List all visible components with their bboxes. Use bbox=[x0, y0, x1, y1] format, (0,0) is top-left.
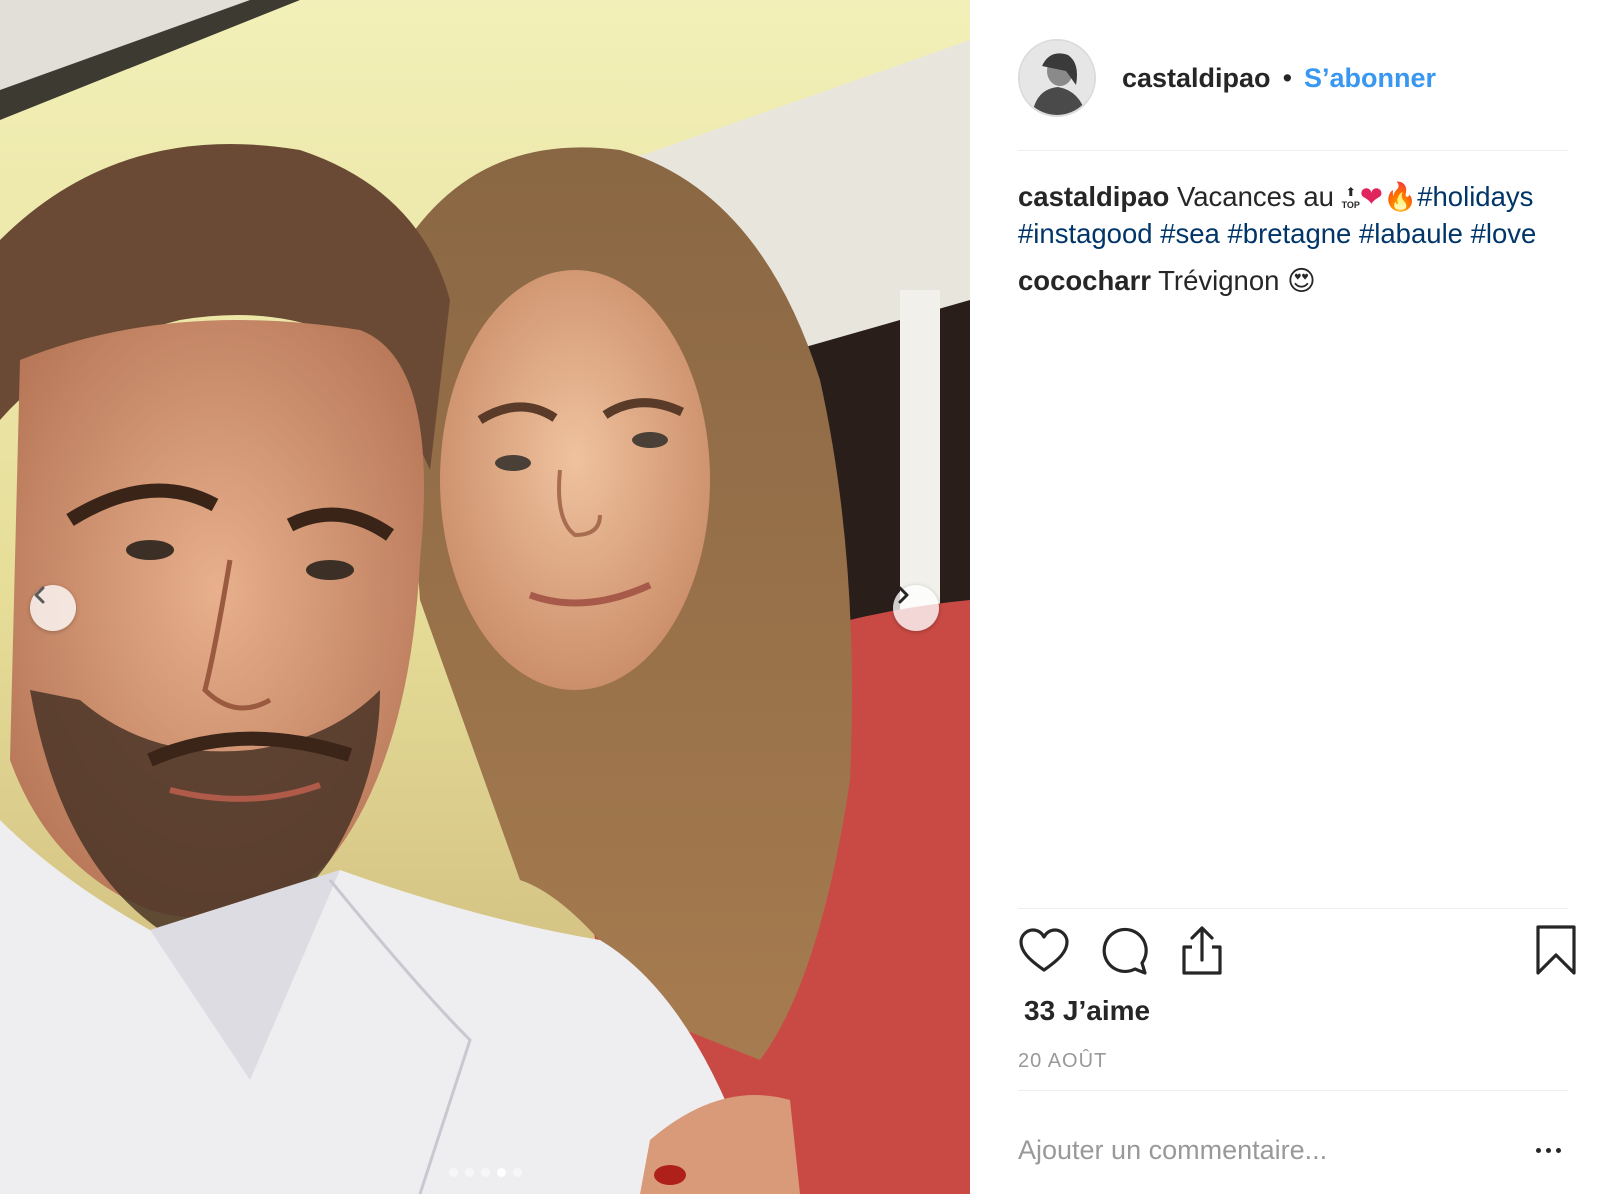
carousel-next-button[interactable] bbox=[893, 585, 939, 631]
comment-username[interactable]: cococharr bbox=[1018, 265, 1151, 296]
share-button[interactable] bbox=[1176, 925, 1228, 977]
separator-dot: • bbox=[1282, 62, 1293, 93]
post-actions bbox=[1018, 925, 1576, 981]
carousel-dot bbox=[448, 1168, 458, 1177]
heart-emoji: ❤ bbox=[1359, 181, 1383, 212]
heart-icon bbox=[1019, 928, 1069, 972]
add-comment-form bbox=[1018, 1130, 1568, 1176]
divider bbox=[1018, 1090, 1568, 1091]
caption-text: Vacances au bbox=[1176, 181, 1342, 212]
carousel-dot bbox=[464, 1168, 474, 1177]
carousel-dot bbox=[480, 1168, 490, 1177]
likes-count[interactable]: 33 J’aime bbox=[1024, 995, 1150, 1027]
heart-eyes-emoji: 😍 bbox=[1287, 265, 1316, 296]
more-options-icon-dot bbox=[1555, 1147, 1561, 1153]
caption-username[interactable]: castaldipao bbox=[1018, 181, 1169, 212]
comment-input[interactable] bbox=[1018, 1130, 1498, 1170]
author-username[interactable]: castaldipao bbox=[1122, 63, 1271, 94]
avatar-photo bbox=[1020, 41, 1094, 115]
hashtag-link[interactable]: #instagood bbox=[1018, 218, 1153, 249]
post-photo[interactable] bbox=[0, 0, 970, 1194]
follow-button[interactable]: S’abonner bbox=[1304, 63, 1436, 94]
hashtag-link[interactable]: #labaule bbox=[1359, 218, 1463, 249]
carousel-dot-active bbox=[496, 1168, 506, 1177]
fire-emoji: 🔥 bbox=[1382, 181, 1418, 212]
carousel-indicator bbox=[0, 1168, 970, 1177]
top-emoji: ⬆ TOP bbox=[1341, 185, 1360, 211]
more-options-button[interactable] bbox=[1528, 1138, 1568, 1162]
chevron-left-icon bbox=[34, 586, 45, 604]
divider bbox=[1018, 150, 1568, 151]
post-header: castaldipao • S’abonner bbox=[1018, 38, 1436, 118]
save-button[interactable] bbox=[1530, 925, 1582, 977]
selfie-photo-illustration bbox=[0, 0, 970, 1194]
carousel-dot bbox=[512, 1168, 522, 1177]
avatar[interactable] bbox=[1018, 39, 1096, 117]
comment-button[interactable] bbox=[1098, 925, 1150, 977]
comment-bubble-icon bbox=[1102, 927, 1148, 975]
comments-list: castaldipao Vacances au ⬆ TOP❤🔥#holidays … bbox=[1018, 178, 1578, 309]
comment-text: Trévignon bbox=[1158, 265, 1280, 296]
like-button[interactable] bbox=[1018, 925, 1070, 977]
hashtag-link[interactable]: #sea bbox=[1160, 218, 1220, 249]
divider bbox=[1018, 908, 1568, 909]
post-date[interactable]: 20 AOÛT bbox=[1018, 1050, 1107, 1073]
chevron-right-icon bbox=[898, 586, 909, 604]
hashtag-link[interactable]: #love bbox=[1471, 218, 1537, 249]
more-options-icon-dot bbox=[1535, 1147, 1541, 1153]
caption: castaldipao Vacances au ⬆ TOP❤🔥#holidays … bbox=[1018, 178, 1578, 252]
share-icon bbox=[1182, 926, 1222, 975]
carousel-prev-button[interactable] bbox=[30, 585, 76, 631]
post-details-panel: castaldipao • S’abonner castaldipao Vaca… bbox=[970, 0, 1624, 1194]
bookmark-icon bbox=[1536, 925, 1576, 975]
hashtag-link[interactable]: #bretagne bbox=[1227, 218, 1351, 249]
hashtag-link[interactable]: #holidays bbox=[1417, 181, 1533, 212]
comment-item: cococharr Trévignon 😍 bbox=[1018, 262, 1578, 299]
more-options-icon-dot bbox=[1545, 1147, 1551, 1153]
